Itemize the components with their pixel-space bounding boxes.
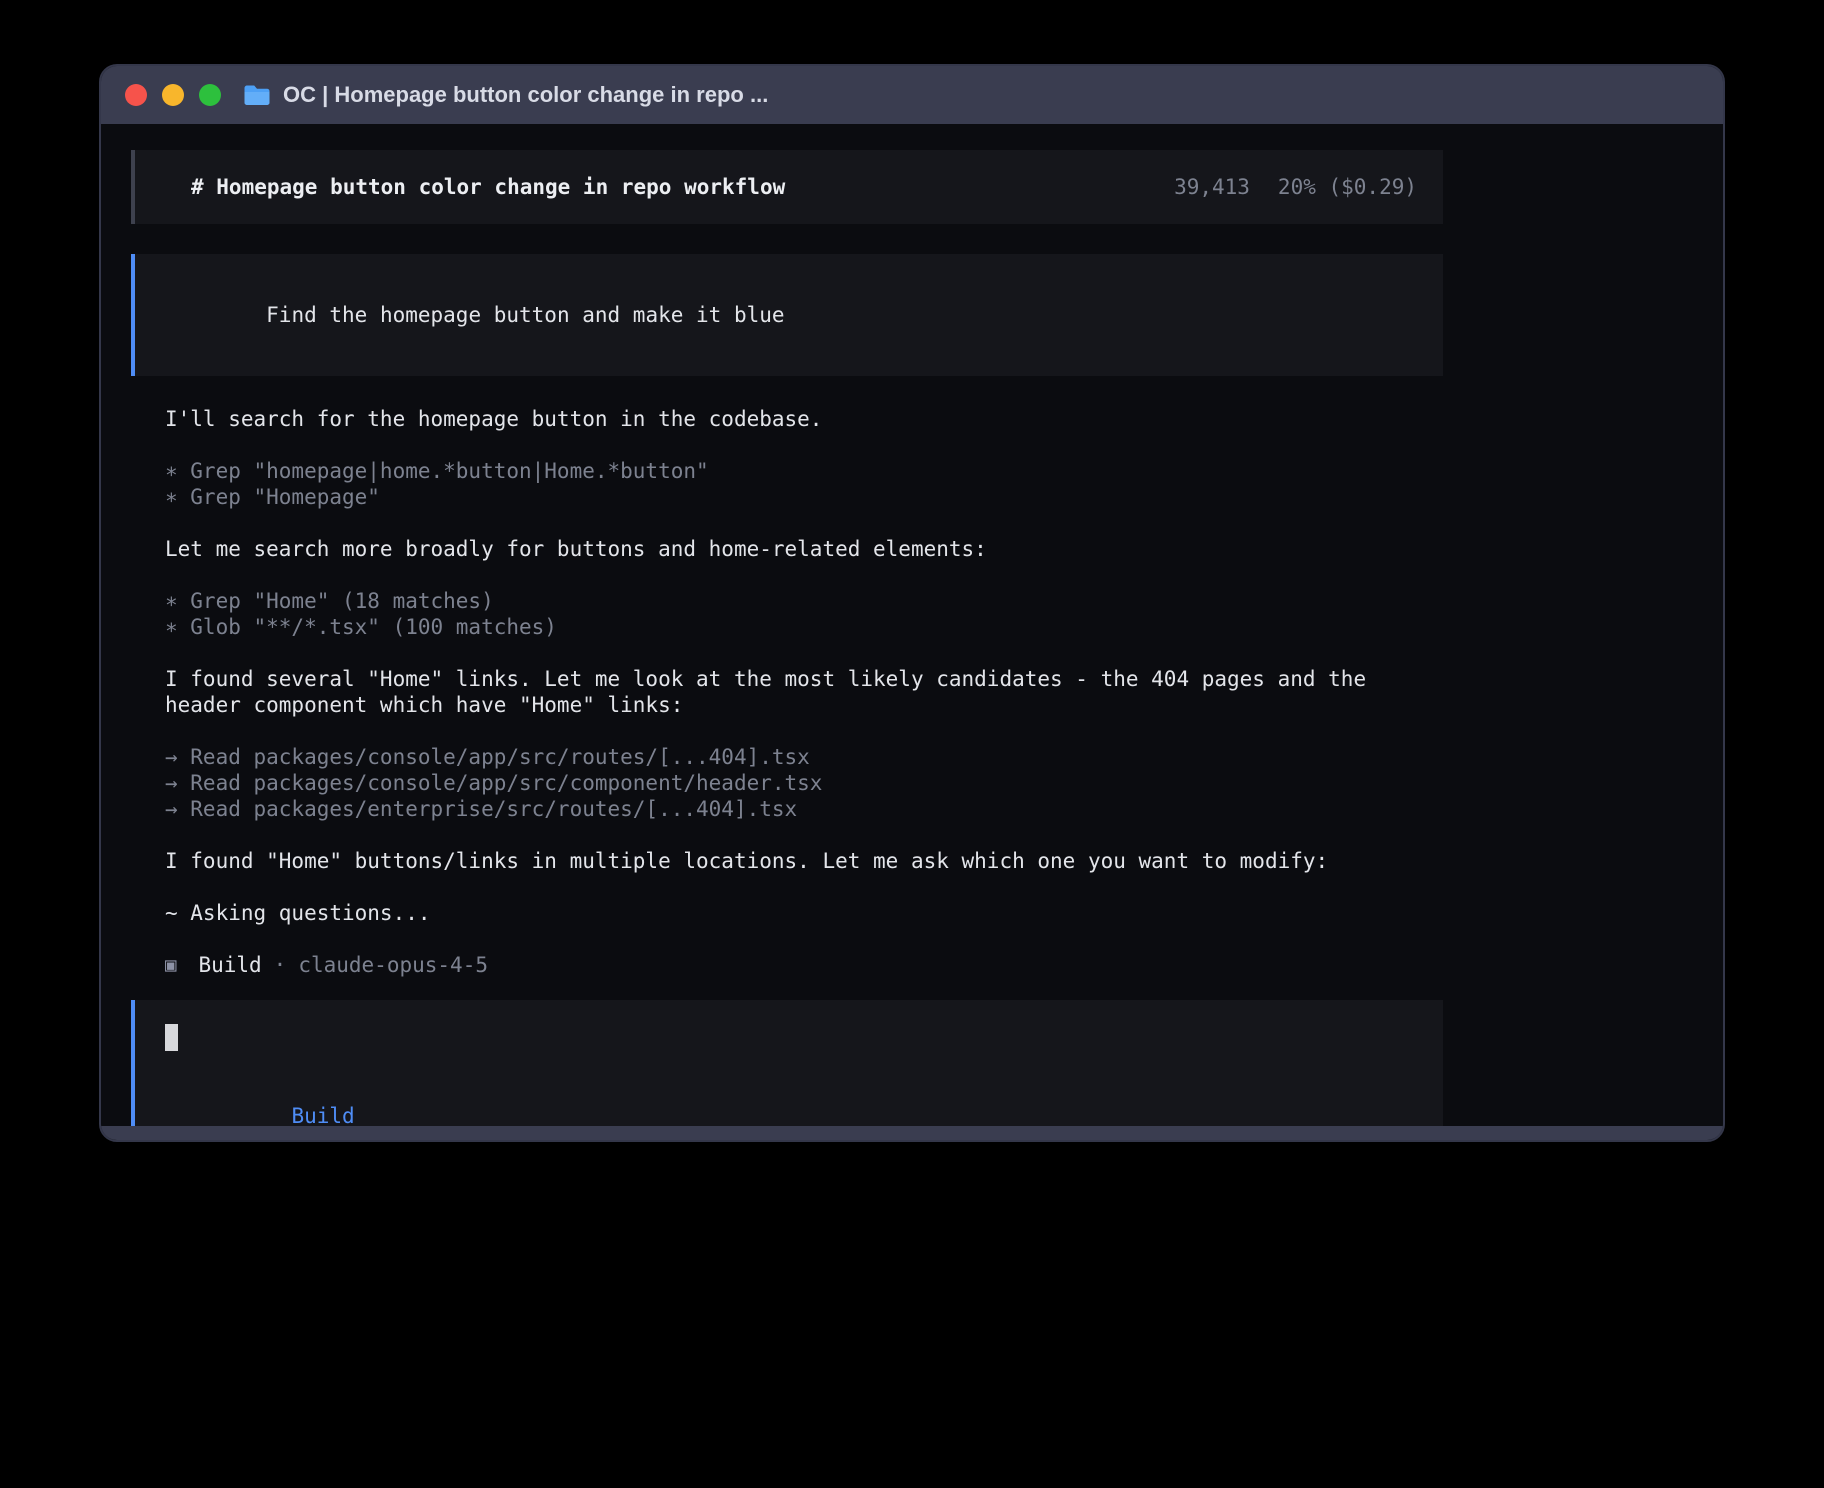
folder-icon xyxy=(243,84,271,106)
user-message-text: Find the homepage button and make it blu… xyxy=(266,303,784,327)
minimize-button[interactable] xyxy=(162,84,184,106)
tool-call-group-1: ∗ Grep "homepage|home.*button|Home.*butt… xyxy=(165,458,1427,510)
tool-call-grep: ∗ Grep "Homepage" xyxy=(165,484,1427,510)
traffic-lights xyxy=(125,84,221,106)
close-button[interactable] xyxy=(125,84,147,106)
session-stats: 39,413 20% ($0.29) xyxy=(1174,174,1417,200)
agent-icon: ▣ xyxy=(165,952,176,978)
window-title: OC | Homepage button color change in rep… xyxy=(283,82,768,108)
file-read-line: → Read packages/console/app/src/routes/[… xyxy=(165,744,1427,770)
token-count: 39,413 xyxy=(1174,174,1250,200)
zoom-button[interactable] xyxy=(199,84,221,106)
agent-badge: ▣ Build · claude-opus-4-5 xyxy=(165,952,1427,978)
agent-model: claude-opus-4-5 xyxy=(298,952,488,978)
text-cursor xyxy=(165,1024,178,1051)
tool-call-grep: ∗ Grep "Home" (18 matches) xyxy=(165,588,1427,614)
assistant-text-candidates: I found several "Home" links. Let me loo… xyxy=(165,666,1427,718)
prompt-input[interactable]: Build Claude Opus 4.5 OpenCode Zen xyxy=(131,1000,1443,1142)
file-read-group: → Read packages/console/app/src/routes/[… xyxy=(165,744,1427,822)
file-read-line: → Read packages/enterprise/src/routes/[.… xyxy=(165,796,1427,822)
user-message: Find the homepage button and make it blu… xyxy=(131,254,1443,376)
agent-name: Build xyxy=(198,952,261,978)
file-read-line: → Read packages/console/app/src/componen… xyxy=(165,770,1427,796)
titlebar[interactable]: OC | Homepage button color change in rep… xyxy=(101,66,1723,124)
session-header: # Homepage button color change in repo w… xyxy=(131,150,1443,224)
assistant-text-intro: I'll search for the homepage button in t… xyxy=(165,406,1427,432)
agent-separator: · xyxy=(274,952,287,978)
context-cost: 20% ($0.29) xyxy=(1278,174,1417,200)
session-title: # Homepage button color change in repo w… xyxy=(191,174,785,200)
assistant-text-ask: I found "Home" buttons/links in multiple… xyxy=(165,848,1427,874)
desktop: OC | Homepage button color change in rep… xyxy=(0,0,1824,1488)
assistant-output: I'll search for the homepage button in t… xyxy=(165,406,1427,978)
terminal-window: OC | Homepage button color change in rep… xyxy=(99,64,1725,1142)
window-bottom-edge xyxy=(101,1126,1723,1140)
status-line: ~ Asking questions... xyxy=(165,900,1427,926)
tool-call-grep: ∗ Grep "homepage|home.*button|Home.*butt… xyxy=(165,458,1427,484)
agent-mode-label: Build xyxy=(291,1104,354,1128)
assistant-text-broaden: Let me search more broadly for buttons a… xyxy=(165,536,1427,562)
terminal-content[interactable]: # Homepage button color change in repo w… xyxy=(131,150,1443,1142)
tool-call-glob: ∗ Glob "**/*.tsx" (100 matches) xyxy=(165,614,1427,640)
tool-call-group-2: ∗ Grep "Home" (18 matches) ∗ Glob "**/*.… xyxy=(165,588,1427,640)
